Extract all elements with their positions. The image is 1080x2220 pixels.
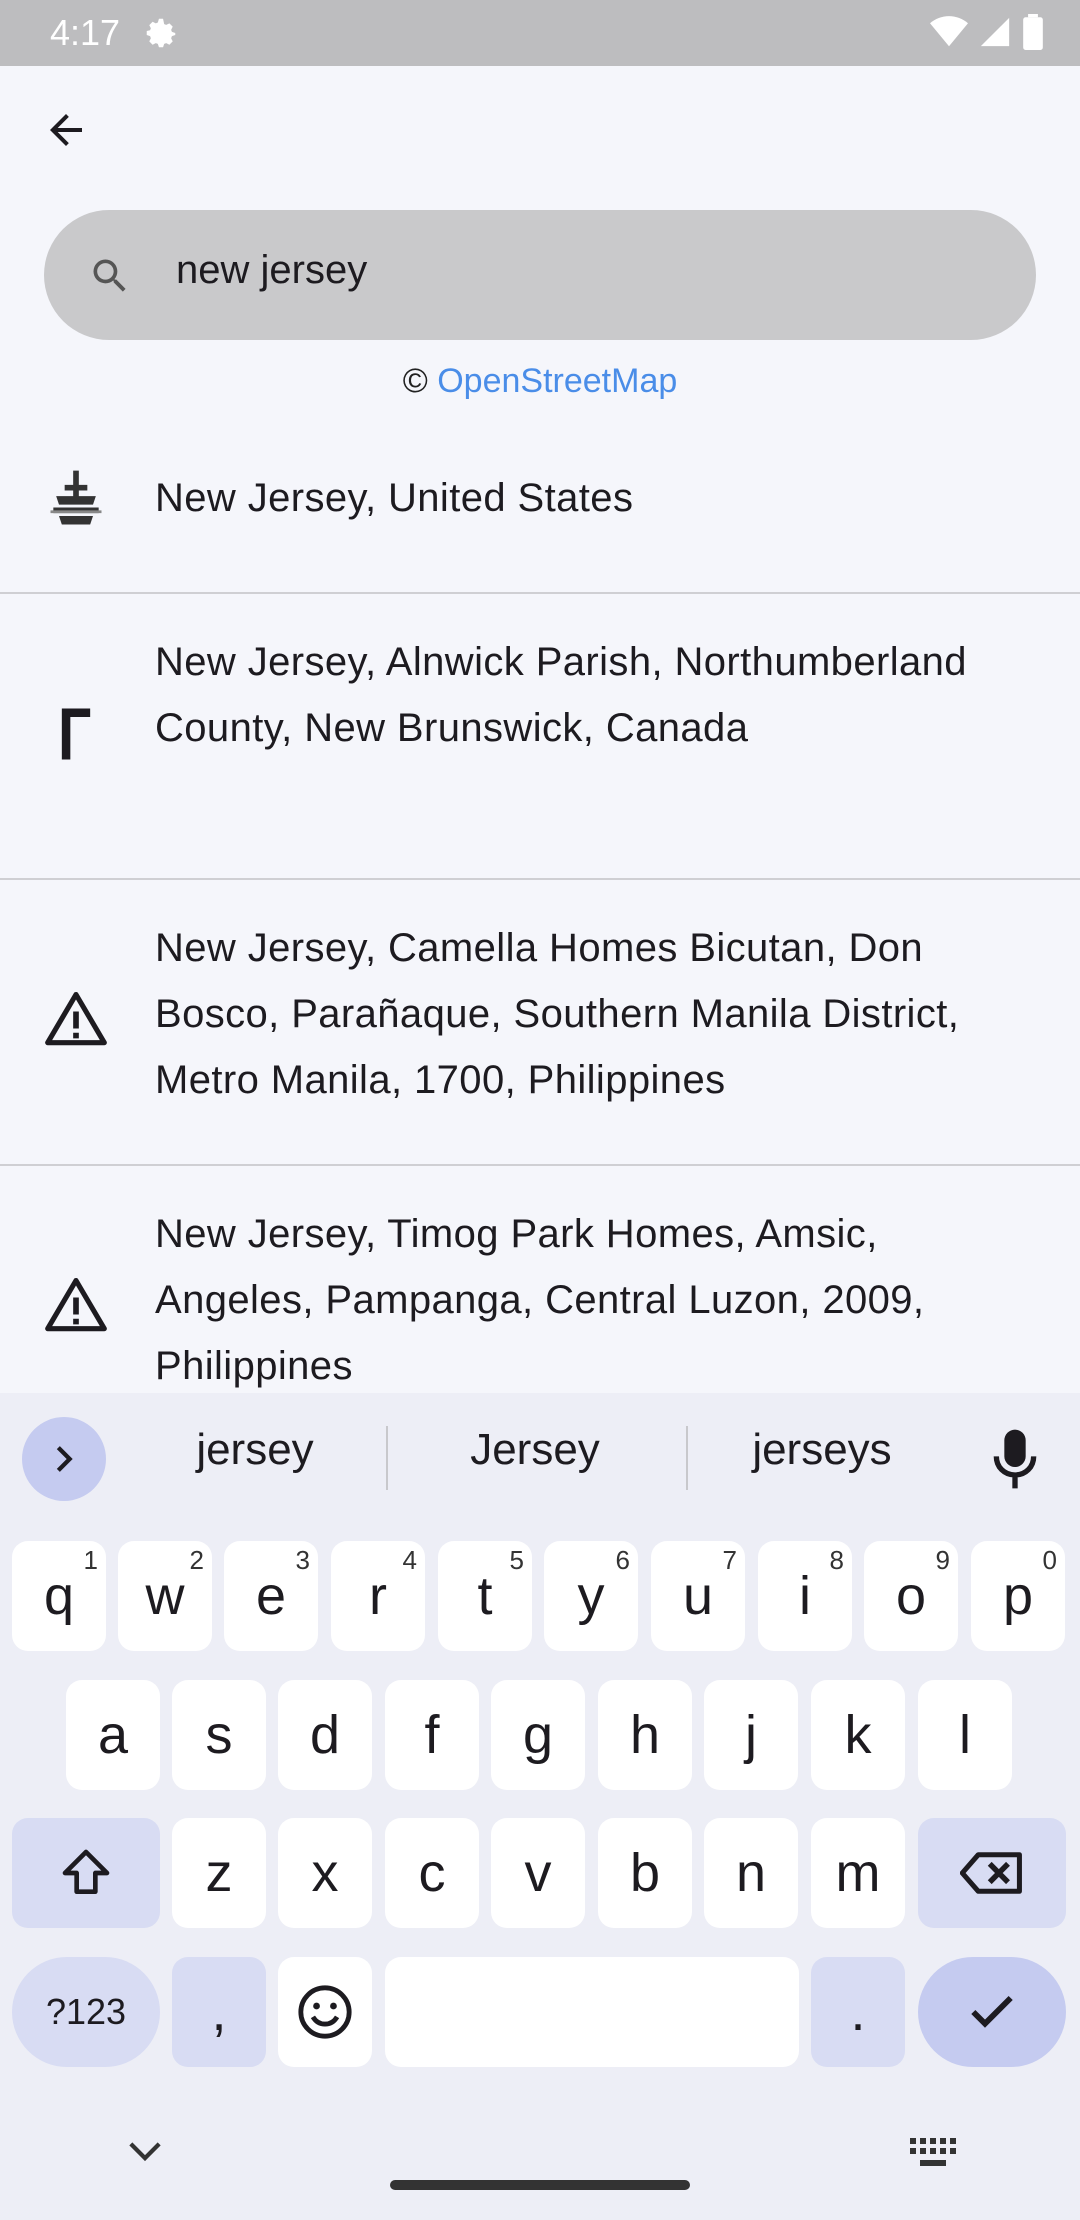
search-icon: [93, 259, 126, 292]
emoji-icon: [298, 1985, 352, 2039]
key-e[interactable]: e3: [224, 1541, 318, 1651]
microphone-icon[interactable]: [990, 1427, 1040, 1491]
fountain-icon: [50, 470, 102, 525]
key-x[interactable]: x: [278, 1818, 372, 1928]
warning-icon: [45, 991, 107, 1046]
key-m[interactable]: m: [811, 1818, 905, 1928]
back-button[interactable]: [36, 100, 96, 160]
suggestion-2[interactable]: Jersey: [420, 1425, 650, 1485]
checkmark-icon: [971, 1995, 1013, 2028]
key-b[interactable]: b: [598, 1818, 692, 1928]
result-item[interactable]: New Jersey, Alnwick Parish, Northumberla…: [0, 594, 1080, 880]
signal-icon: [980, 17, 1010, 47]
suggestion-divider: [686, 1426, 688, 1490]
flag-pole-icon: [61, 708, 91, 760]
backspace-key[interactable]: [918, 1818, 1066, 1928]
key-p[interactable]: p0: [971, 1541, 1065, 1651]
key-label: p: [1002, 1566, 1034, 1626]
key-hint: 5: [509, 1545, 524, 1575]
status-bar: 4:17: [0, 0, 1080, 66]
warning-icon: [45, 1277, 107, 1332]
search-input[interactable]: [176, 240, 996, 300]
result-item[interactable]: New Jersey, Camella Homes Bicutan, Don B…: [0, 880, 1080, 1166]
map-attribution: © OpenStreetMap: [0, 362, 1080, 401]
emoji-key[interactable]: [278, 1957, 372, 2067]
key-label: q: [43, 1566, 75, 1626]
space-key[interactable]: [385, 1957, 799, 2067]
period-key[interactable]: .: [811, 1957, 905, 2067]
key-q[interactable]: q1: [12, 1541, 106, 1651]
backspace-icon: [960, 1852, 1022, 1894]
wifi-icon: [930, 16, 968, 47]
keyboard-switch-icon[interactable]: [910, 2138, 958, 2170]
status-icons: [930, 14, 1044, 50]
key-j[interactable]: j: [704, 1680, 798, 1790]
key-z[interactable]: z: [172, 1818, 266, 1928]
key-label: e: [255, 1566, 287, 1626]
key-hint: 9: [935, 1545, 950, 1575]
key-hint: 4: [402, 1545, 417, 1575]
suggestion-3[interactable]: jerseys: [712, 1425, 932, 1485]
key-label: r: [369, 1566, 387, 1626]
key-label: u: [682, 1566, 714, 1626]
settings-icon: [146, 18, 176, 48]
key-t[interactable]: t5: [438, 1541, 532, 1651]
soft-keyboard: jersey Jersey jerseys q1 w2 e3 r4 t5 y6 …: [0, 1393, 1080, 2220]
comma-key[interactable]: ,: [172, 1957, 266, 2067]
openstreetmap-link[interactable]: OpenStreetMap: [437, 362, 677, 400]
key-label: t: [477, 1566, 493, 1626]
key-hint: 3: [295, 1545, 310, 1575]
key-hint: 7: [722, 1545, 737, 1575]
symbols-key[interactable]: ?123: [12, 1957, 160, 2067]
key-n[interactable]: n: [704, 1818, 798, 1928]
gesture-nav-handle[interactable]: [390, 2180, 690, 2190]
key-label: y: [577, 1566, 605, 1626]
key-g[interactable]: g: [491, 1680, 585, 1790]
search-results-list: New Jersey, United States New Jersey, Al…: [0, 420, 1080, 1393]
key-i[interactable]: i8: [758, 1541, 852, 1651]
key-hint: 1: [83, 1545, 98, 1575]
key-hint: 8: [829, 1545, 844, 1575]
shift-key[interactable]: [12, 1818, 160, 1928]
result-text: New Jersey, Timog Park Homes, Amsic, Ang…: [155, 1212, 925, 1388]
key-label: i: [799, 1566, 811, 1626]
search-bar[interactable]: [44, 210, 1036, 340]
key-label: w: [145, 1566, 185, 1626]
key-c[interactable]: c: [385, 1818, 479, 1928]
enter-key[interactable]: [918, 1957, 1066, 2067]
key-hint: 0: [1042, 1545, 1057, 1575]
key-h[interactable]: h: [598, 1680, 692, 1790]
key-hint: 6: [615, 1545, 630, 1575]
key-hint: 2: [189, 1545, 204, 1575]
key-y[interactable]: y6: [544, 1541, 638, 1651]
arrow-back-icon: [50, 114, 82, 146]
status-time: 4:17: [50, 12, 121, 53]
suggestions-expand-button[interactable]: [22, 1417, 106, 1501]
result-text: New Jersey, United States: [155, 476, 634, 520]
result-text: New Jersey, Alnwick Parish, Northumberla…: [155, 640, 967, 750]
key-l[interactable]: l: [918, 1680, 1012, 1790]
key-f[interactable]: f: [385, 1680, 479, 1790]
key-k[interactable]: k: [811, 1680, 905, 1790]
key-label: o: [895, 1566, 927, 1626]
key-a[interactable]: a: [66, 1680, 160, 1790]
key-u[interactable]: u7: [651, 1541, 745, 1651]
shift-icon: [62, 1849, 110, 1894]
result-item[interactable]: New Jersey, Timog Park Homes, Amsic, Ang…: [0, 1166, 1080, 1393]
key-d[interactable]: d: [278, 1680, 372, 1790]
key-s[interactable]: s: [172, 1680, 266, 1790]
hide-keyboard-chevron-icon[interactable]: [128, 2140, 162, 2162]
result-item[interactable]: New Jersey, United States: [0, 420, 1080, 594]
battery-icon: [1023, 14, 1043, 50]
result-text: New Jersey, Camella Homes Bicutan, Don B…: [155, 926, 960, 1102]
key-w[interactable]: w2: [118, 1541, 212, 1651]
copyright-symbol: ©: [402, 362, 428, 400]
key-r[interactable]: r4: [331, 1541, 425, 1651]
suggestion-divider: [386, 1426, 388, 1490]
key-v[interactable]: v: [491, 1818, 585, 1928]
chevron-right-icon: [56, 1446, 73, 1472]
key-o[interactable]: o9: [864, 1541, 958, 1651]
suggestion-1[interactable]: jersey: [150, 1425, 360, 1485]
